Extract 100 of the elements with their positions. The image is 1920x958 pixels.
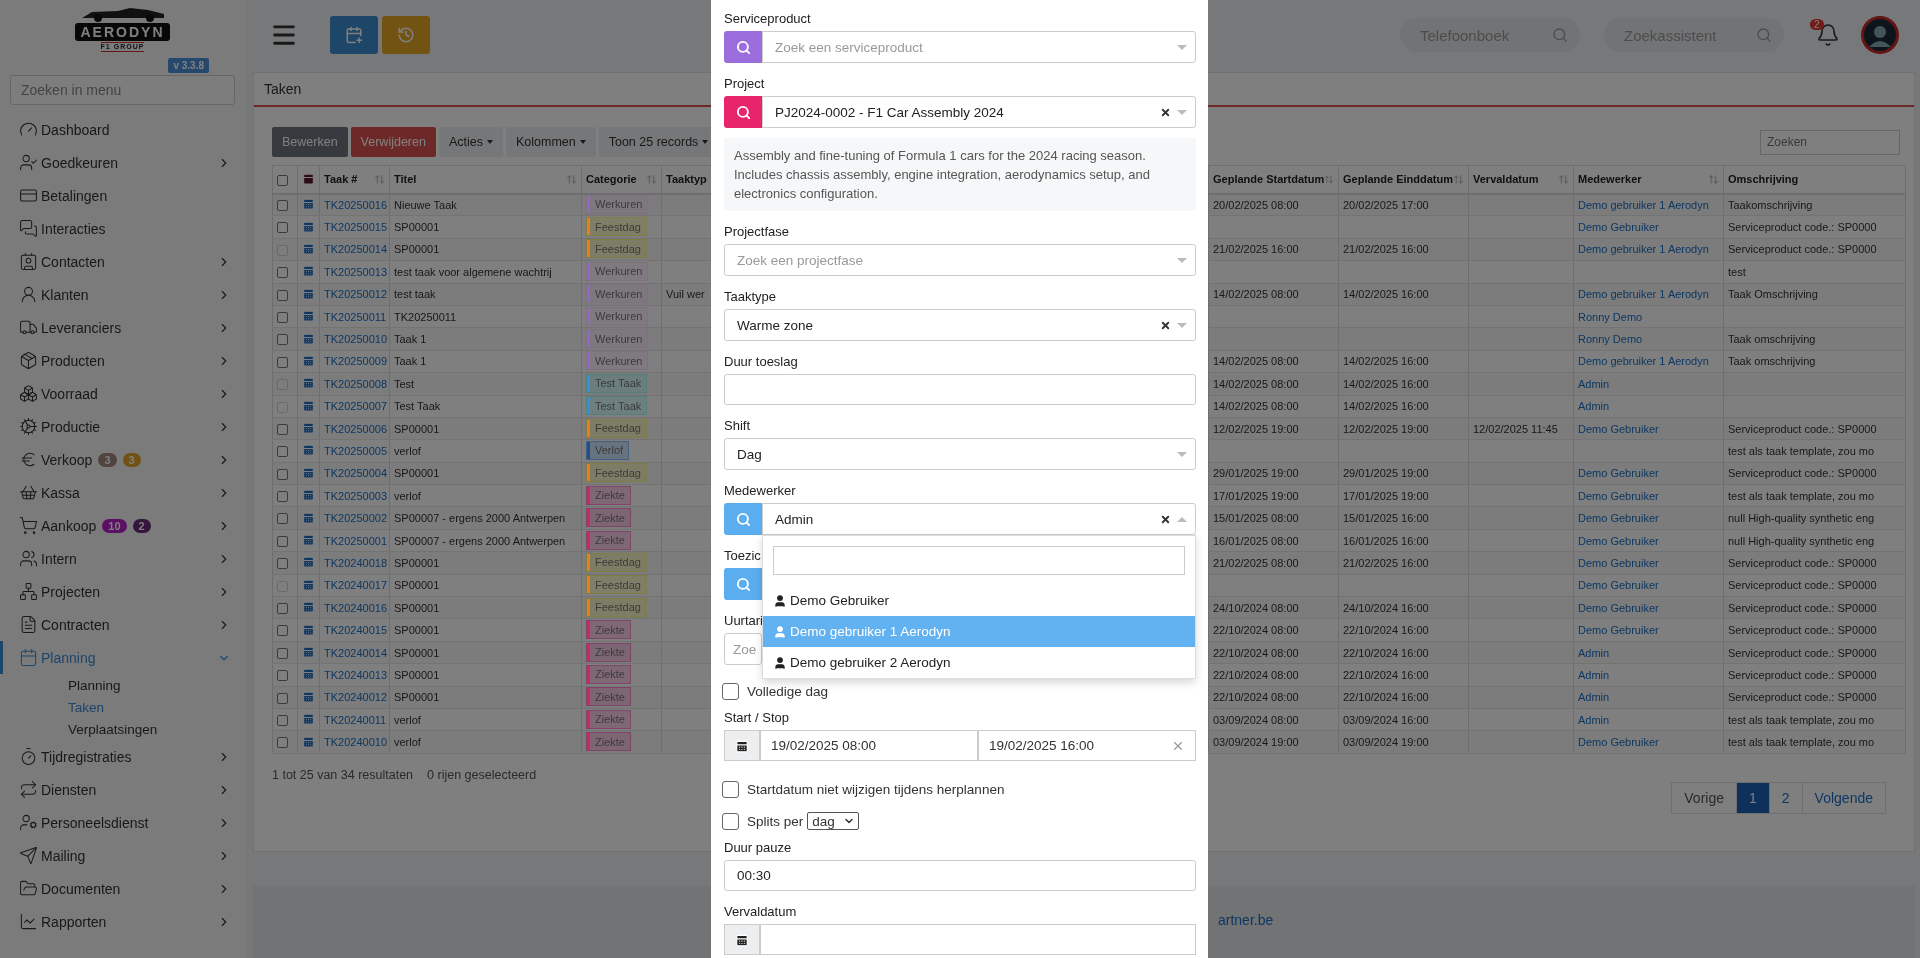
row-checkbox[interactable] [277, 513, 288, 525]
nav-item[interactable]: Aankoop 10 2 [0, 509, 245, 542]
date-field[interactable]: 19/02/2025 08:00 [760, 730, 978, 761]
employee-link[interactable]: Ronny Demo [1578, 333, 1643, 346]
nav-item[interactable]: Kassa [0, 476, 245, 509]
unit-select[interactable]: dag [807, 812, 859, 830]
nav-item[interactable]: Dashboard [0, 113, 245, 146]
pagination-button[interactable]: Vorige [1671, 781, 1737, 814]
row-checkbox[interactable] [277, 603, 288, 614]
row-checkbox[interactable] [277, 535, 288, 547]
dropdown-search-field[interactable] [773, 546, 1185, 575]
employee-link[interactable]: Demo Gebruiker [1578, 489, 1659, 502]
employee-link[interactable]: Demo Gebruiker [1578, 512, 1659, 525]
task-link[interactable]: TK20240018 [324, 556, 387, 569]
pagination-button[interactable]: Volgende [1801, 781, 1886, 814]
select-field[interactable]: Zoe [724, 633, 762, 665]
task-link[interactable]: TK20240015 [324, 624, 387, 637]
task-link[interactable]: TK20250013 [324, 265, 387, 278]
avatar-icon[interactable] [1860, 15, 1900, 55]
row-checkbox[interactable] [277, 446, 288, 458]
dropdown-option[interactable]: Demo gebruiker 2 Aerodyn [763, 647, 1195, 678]
checkbox[interactable] [722, 780, 739, 798]
row-checkbox[interactable] [277, 423, 288, 435]
row-checkbox[interactable] [277, 625, 288, 637]
row-checkbox[interactable] [277, 692, 288, 704]
search-button[interactable] [724, 568, 762, 600]
text-field[interactable] [724, 374, 1196, 405]
nav-item[interactable]: Tijdregistraties [0, 740, 245, 773]
nav-item[interactable]: Contacten [0, 245, 245, 278]
dropdown-option[interactable]: Demo Gebruiker [763, 585, 1195, 616]
nav-item[interactable]: Intern [0, 542, 245, 575]
nav-item[interactable]: Betalingen [0, 179, 245, 212]
toolbar-button[interactable]: Verwijderen [350, 127, 436, 157]
employee-link[interactable]: Admin [1578, 668, 1610, 681]
toolbar-button[interactable]: Kolommen [505, 127, 596, 157]
table-search-field[interactable]: Zoeken [1760, 129, 1900, 155]
column-header[interactable]: Titel [394, 173, 417, 186]
row-checkbox[interactable] [277, 267, 288, 279]
history-button[interactable] [382, 16, 430, 54]
nav-item[interactable]: Interacties [0, 212, 245, 245]
row-checkbox[interactable] [277, 491, 288, 503]
nav-item[interactable]: Voorraad [0, 377, 245, 410]
row-checkbox[interactable] [277, 737, 288, 749]
select-field[interactable]: Dag [724, 438, 1196, 470]
nav-item[interactable]: Productie [0, 410, 245, 443]
employee-link[interactable]: Demo Gebruiker [1578, 736, 1659, 749]
footer-link[interactable]: artner.be [1218, 912, 1274, 928]
date-field[interactable] [760, 924, 1196, 955]
calendar-button[interactable] [724, 924, 760, 955]
nav-subitem[interactable]: Taken [0, 696, 245, 718]
calendar-button[interactable] [724, 730, 760, 761]
text-field[interactable]: 00:30 [724, 860, 1196, 891]
menu-search-field[interactable]: Zoeken in menu [10, 75, 235, 105]
date-field[interactable]: 19/02/2025 16:00 [978, 730, 1196, 761]
row-checkbox[interactable] [277, 714, 288, 726]
pagination-button[interactable]: 2 [1768, 781, 1803, 814]
nav-item[interactable]: Leveranciers [0, 311, 245, 344]
nav-item[interactable]: Verkoop 3 3 [0, 443, 245, 476]
column-header[interactable]: Omschrijving [1728, 173, 1799, 186]
checkbox[interactable] [722, 812, 739, 830]
employee-link[interactable]: Demo gebruiker 1 Aerodyn [1578, 288, 1709, 301]
row-checkbox[interactable] [277, 558, 288, 570]
employee-link[interactable]: Demo Gebruiker [1578, 624, 1659, 637]
employee-link[interactable]: Admin [1578, 646, 1610, 659]
select-field[interactable]: Zoek een projectfase [724, 244, 1196, 276]
column-header[interactable]: Medewerker [1578, 173, 1642, 186]
employee-link[interactable]: Demo Gebruiker [1578, 534, 1659, 547]
search-button[interactable] [724, 96, 762, 128]
select-field[interactable]: PJ2024-0002 - F1 Car Assembly 2024 [762, 96, 1196, 128]
pagination-button[interactable]: 1 [1736, 781, 1770, 814]
nav-item[interactable]: Goedkeuren [0, 146, 245, 179]
employee-link[interactable]: Demo Gebruiker [1578, 556, 1659, 569]
search-button[interactable] [724, 31, 762, 63]
employee-link[interactable]: Admin [1578, 713, 1610, 726]
employee-link[interactable]: Ronny Demo [1578, 310, 1643, 323]
toolbar-button[interactable]: Bewerken [272, 127, 348, 157]
employee-link[interactable]: Demo Gebruiker [1578, 422, 1659, 435]
employee-link[interactable]: Demo Gebruiker [1578, 601, 1659, 614]
task-link[interactable]: TK20250015 [324, 221, 387, 234]
new-appointment-button[interactable] [330, 16, 378, 54]
checkbox[interactable] [722, 682, 739, 700]
select-field[interactable]: Warme zone [724, 309, 1196, 341]
nav-item[interactable]: Personeelsdienst [0, 806, 245, 839]
nav-subitem[interactable]: Planning [0, 674, 245, 696]
row-checkbox[interactable] [277, 468, 288, 480]
task-link[interactable]: TK20250010 [324, 333, 387, 346]
nav-item[interactable]: Diensten [0, 773, 245, 806]
nav-item[interactable]: Mailing [0, 839, 245, 872]
task-link[interactable]: TK20240011 [324, 713, 387, 726]
row-checkbox[interactable] [277, 222, 288, 234]
employee-link[interactable]: Admin [1578, 691, 1610, 704]
row-checkbox[interactable] [277, 356, 288, 368]
row-checkbox[interactable] [277, 670, 288, 682]
nav-item[interactable]: Projecten [0, 575, 245, 608]
row-checkbox[interactable] [277, 647, 288, 659]
employee-link[interactable]: Demo gebruiker 1 Aerodyn [1578, 355, 1709, 368]
employee-link[interactable]: Demo Gebruiker [1578, 467, 1659, 480]
select-all-checkbox[interactable] [277, 174, 288, 186]
task-link[interactable]: TK20240010 [324, 736, 387, 749]
employee-link[interactable]: Demo Gebruiker [1578, 221, 1659, 234]
